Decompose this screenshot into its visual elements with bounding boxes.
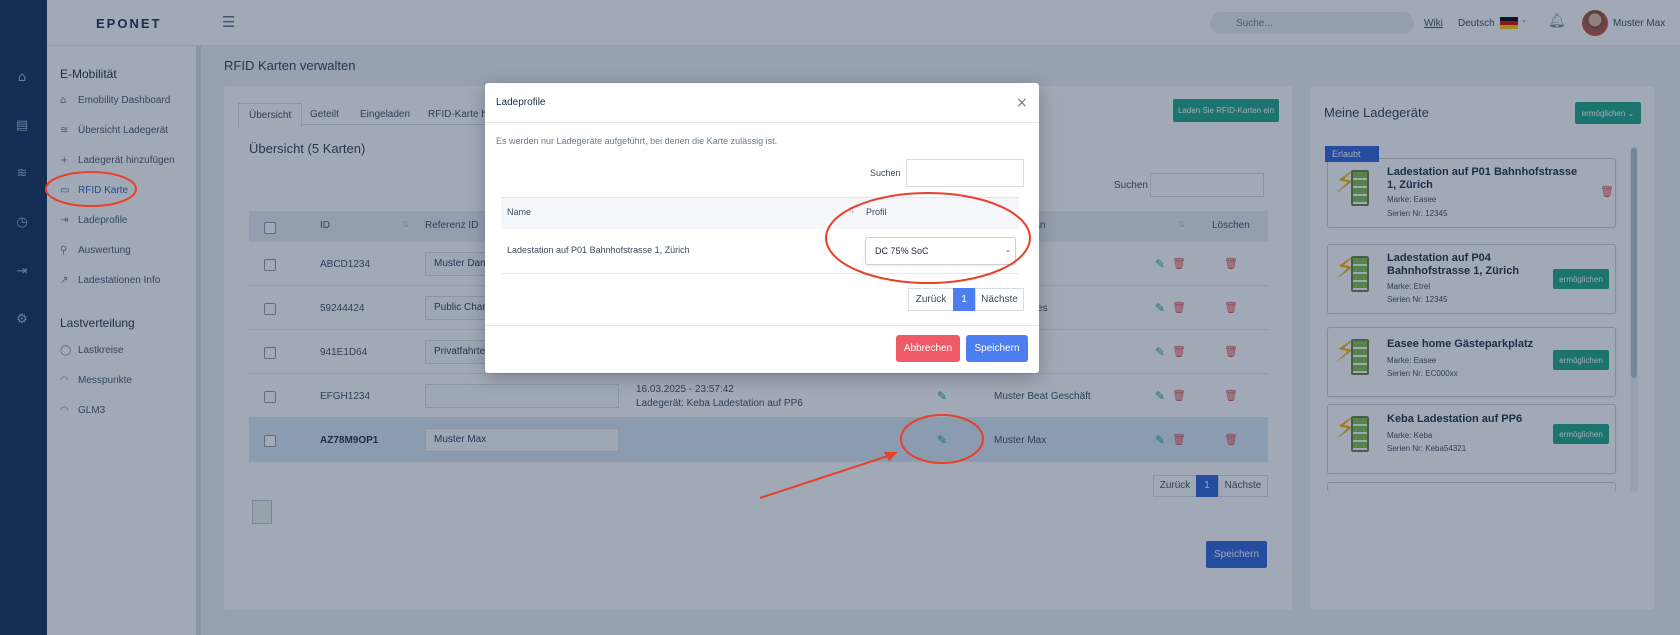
modal-pagination-next[interactable]: Nächste: [975, 288, 1024, 311]
sort-icon[interactable]: ⇅: [848, 206, 855, 215]
modal-header-divider: [485, 122, 1039, 123]
modal-title: Ladeprofile: [496, 97, 546, 108]
modal-table-header: [501, 197, 1019, 229]
modal-pagination-page[interactable]: 1: [953, 288, 975, 311]
modal-pagination-prev[interactable]: Zurück: [908, 288, 954, 311]
modal-col-name[interactable]: Name: [507, 207, 531, 217]
cancel-button[interactable]: Abbrechen: [896, 335, 960, 362]
modal-row-name: Ladestation auf P01 Bahnhofstrasse 1, Zü…: [507, 245, 690, 255]
chevron-down-icon[interactable]: ⌄: [1005, 246, 1011, 254]
modal-search-label: Suchen: [870, 168, 901, 178]
profile-select[interactable]: DC 75% SoC: [865, 237, 1016, 265]
modal-col-profile: Profil: [866, 207, 887, 217]
modal-save-button[interactable]: Speichern: [966, 335, 1028, 362]
close-icon[interactable]: ×: [1016, 95, 1028, 111]
modal-search-input[interactable]: [906, 159, 1024, 187]
modal-note: Es werden nur Ladegeräte aufgeführt, bei…: [496, 136, 778, 146]
modal-row-divider: [501, 273, 1019, 274]
modal-footer-divider: [485, 325, 1039, 326]
